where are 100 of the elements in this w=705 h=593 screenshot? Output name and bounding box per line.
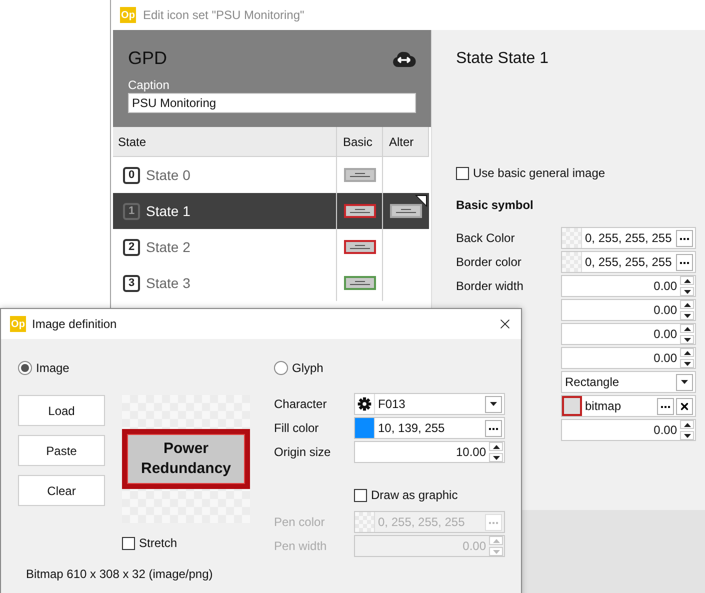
caption-label: Caption: [128, 78, 170, 92]
color-field[interactable]: 0, 255, 255, 255: [561, 227, 696, 249]
close-icon: [679, 400, 690, 412]
number-field[interactable]: 0.00: [561, 347, 696, 369]
spin-down-button[interactable]: [680, 431, 694, 440]
dropdown-button[interactable]: [676, 374, 693, 390]
more-button[interactable]: [676, 230, 693, 246]
color-field[interactable]: 10, 139, 255: [354, 417, 505, 439]
spin-down-button[interactable]: [489, 453, 503, 462]
dialog-title: Image definition: [32, 317, 117, 331]
spin-up-button[interactable]: [680, 324, 694, 333]
number-field[interactable]: 0.00: [561, 299, 696, 321]
corner-marker-icon: [415, 195, 427, 207]
field-label: Pen width: [274, 539, 328, 553]
dots-icon: [489, 520, 498, 524]
number-field[interactable]: 10.00: [354, 441, 505, 463]
up-arrow-icon: [492, 538, 500, 542]
state-row[interactable]: 1 State 1: [113, 193, 337, 229]
dropdown-button[interactable]: [485, 396, 502, 412]
preview-image: Power Redundancy: [122, 429, 250, 489]
radio-label: Glyph: [292, 361, 324, 375]
caret-icon: [681, 380, 688, 384]
state-label: State 2: [146, 239, 190, 255]
checkbox[interactable]: [122, 536, 135, 550]
up-arrow-icon: [684, 278, 690, 282]
more-button[interactable]: [657, 398, 674, 414]
app-badge: Op: [120, 7, 136, 23]
spin-up-button[interactable]: [489, 442, 503, 451]
index-badge: 1: [123, 202, 140, 220]
down-arrow-icon: [492, 456, 500, 460]
number-field[interactable]: 0.00: [561, 419, 696, 441]
panel-title: State State 1: [456, 50, 550, 68]
more-button[interactable]: [676, 254, 693, 270]
spin-up-button[interactable]: [680, 348, 694, 357]
radio-label: Image: [36, 361, 70, 375]
checkbox-label: Stretch: [139, 536, 178, 550]
down-arrow-icon: [684, 314, 690, 318]
cloud-arrows-icon[interactable]: [392, 50, 416, 68]
spin-down-button[interactable]: [680, 311, 694, 320]
set-name: GPD: [128, 48, 168, 69]
spin-up-button[interactable]: [680, 300, 694, 309]
state-label: State 0: [146, 167, 190, 183]
app-badge: Op: [10, 316, 26, 332]
action-button[interactable]: Clear: [18, 475, 105, 506]
field-label: Character: [274, 397, 328, 411]
number-field[interactable]: 0.00: [561, 275, 696, 297]
down-arrow-icon: [684, 434, 690, 438]
spin-down-button[interactable]: [680, 287, 694, 296]
action-button[interactable]: Load: [18, 395, 105, 426]
property-label: Border color: [456, 255, 522, 269]
dots-icon: [680, 260, 689, 264]
spin-up-button[interactable]: [680, 420, 694, 429]
clear-button[interactable]: [676, 398, 693, 414]
index-badge: 0: [123, 166, 140, 184]
bitmap-field[interactable]: bitmap: [561, 395, 696, 417]
up-arrow-icon: [684, 350, 690, 354]
color-swatch: [562, 252, 582, 272]
checkbox-label: Use basic general image: [473, 166, 606, 180]
column-header: Alter: [383, 127, 429, 157]
radio-button[interactable]: [18, 361, 32, 375]
property-label: Border width: [456, 279, 524, 293]
radio-button[interactable]: [274, 361, 288, 375]
spin-down-button[interactable]: [680, 359, 694, 368]
field-label: Fill color: [274, 421, 320, 435]
action-button[interactable]: Paste: [18, 435, 105, 466]
down-arrow-icon: [684, 338, 690, 342]
caption-field[interactable]: PSU Monitoring: [128, 93, 416, 113]
number-field[interactable]: 0.00: [561, 323, 696, 345]
checkbox[interactable]: [456, 166, 469, 180]
gear-icon: [355, 394, 375, 414]
state-label: State 3: [146, 275, 190, 291]
index-badge: 2: [123, 238, 140, 256]
character-dropdown[interactable]: F013: [354, 393, 505, 415]
bitmap-info: Bitmap 610 x 308 x 32 (image/png): [26, 567, 214, 581]
dots-icon: [661, 404, 670, 408]
down-arrow-icon: [684, 290, 690, 294]
spin-down-button[interactable]: [680, 335, 694, 344]
column-header: State: [113, 127, 337, 157]
property-label: Back Color: [456, 231, 516, 245]
column-header: Basic: [337, 127, 383, 157]
up-arrow-icon: [684, 326, 690, 330]
caret-icon: [490, 402, 497, 406]
index-badge: 3: [123, 274, 140, 292]
color-swatch: [562, 228, 582, 248]
field-label: Pen color: [274, 515, 326, 529]
up-arrow-icon: [684, 302, 690, 306]
more-button[interactable]: [485, 420, 502, 436]
checkbox[interactable]: [354, 488, 367, 502]
dots-icon: [680, 236, 689, 240]
field-label: Origin size: [274, 445, 332, 459]
window-title: Edit icon set "PSU Monitoring": [143, 8, 304, 22]
down-arrow-icon: [684, 362, 690, 366]
shape-dropdown[interactable]: Rectangle: [561, 371, 696, 393]
color-field[interactable]: 0, 255, 255, 255: [561, 251, 696, 273]
up-arrow-icon: [684, 422, 690, 426]
dots-icon: [489, 426, 498, 430]
state-label: State 1: [146, 203, 190, 219]
bitmap-thumbnail: [562, 396, 582, 416]
spin-up-button[interactable]: [680, 276, 694, 285]
checkbox-label: Draw as graphic: [371, 488, 458, 502]
